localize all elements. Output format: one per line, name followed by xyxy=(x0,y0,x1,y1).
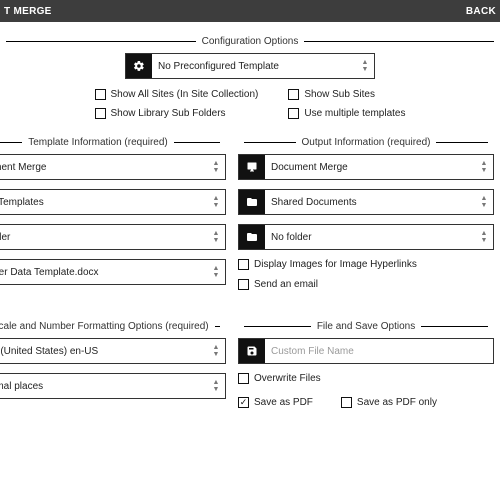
save-icon xyxy=(239,339,265,363)
stepper-arrows-icon: ▲▼ xyxy=(211,266,225,279)
save-as-pdf-only-checkbox[interactable]: Save as PDF only xyxy=(341,397,437,408)
section-template: Template Information (required) xyxy=(0,137,226,148)
folder-icon xyxy=(239,190,265,214)
stepper-arrows-icon: ▲▼ xyxy=(211,161,225,174)
stepper-arrows-icon: ▲▼ xyxy=(479,155,493,179)
template-folder-select[interactable]: o folder ▲▼ xyxy=(0,224,226,250)
stepper-arrows-icon: ▲▼ xyxy=(211,196,225,209)
send-email-checkbox[interactable]: Send an email xyxy=(238,279,494,290)
page-title: T MERGE xyxy=(4,6,52,17)
locale-language-select[interactable]: glish (United States) en-US ▲▼ xyxy=(0,338,226,364)
show-library-sub-checkbox[interactable]: Show Library Sub Folders xyxy=(95,108,259,119)
template-library-select[interactable]: DM_Templates ▲▼ xyxy=(0,189,226,215)
section-output: Output Information (required) xyxy=(238,137,494,148)
custom-filename-input[interactable]: Custom File Name xyxy=(238,338,494,364)
template-file-select[interactable]: stomer Data Template.docx ▲▼ xyxy=(0,259,226,285)
stepper-arrows-icon: ▲▼ xyxy=(211,380,225,393)
preconfigured-template-select[interactable]: No Preconfigured Template ▲▼ xyxy=(125,53,375,79)
locale-decimals-select[interactable]: decimal places ▲▼ xyxy=(0,373,226,399)
show-sub-sites-checkbox[interactable]: Show Sub Sites xyxy=(288,89,405,100)
stepper-arrows-icon: ▲▼ xyxy=(360,54,374,78)
stepper-arrows-icon: ▲▼ xyxy=(211,231,225,244)
folder-icon xyxy=(239,225,265,249)
section-filesave: File and Save Options xyxy=(238,321,494,332)
custom-filename-placeholder: Custom File Name xyxy=(265,339,493,363)
topbar: T MERGE BACK xyxy=(0,0,500,22)
display-images-checkbox[interactable]: Display Images for Image Hyperlinks xyxy=(238,259,494,270)
output-folder-select[interactable]: No folder ▲▼ xyxy=(238,224,494,250)
stepper-arrows-icon: ▲▼ xyxy=(211,345,225,358)
gear-icon xyxy=(126,54,152,78)
overwrite-files-checkbox[interactable]: Overwrite Files xyxy=(238,373,494,384)
stepper-arrows-icon: ▲▼ xyxy=(479,225,493,249)
section-config: Configuration Options xyxy=(0,36,500,47)
monitor-icon xyxy=(239,155,265,179)
template-source-select[interactable]: ocument Merge ▲▼ xyxy=(0,154,226,180)
section-locale: Locale and Number Formatting Options (re… xyxy=(0,321,226,332)
stepper-arrows-icon: ▲▼ xyxy=(479,190,493,214)
show-all-sites-checkbox[interactable]: Show All Sites (In Site Collection) xyxy=(95,89,259,100)
output-target-select[interactable]: Document Merge ▲▼ xyxy=(238,154,494,180)
preconfigured-template-label: No Preconfigured Template xyxy=(152,54,360,78)
save-as-pdf-checkbox[interactable]: Save as PDF xyxy=(238,397,313,408)
output-library-select[interactable]: Shared Documents ▲▼ xyxy=(238,189,494,215)
use-multiple-checkbox[interactable]: Use multiple templates xyxy=(288,108,405,119)
back-button[interactable]: BACK xyxy=(466,6,496,17)
